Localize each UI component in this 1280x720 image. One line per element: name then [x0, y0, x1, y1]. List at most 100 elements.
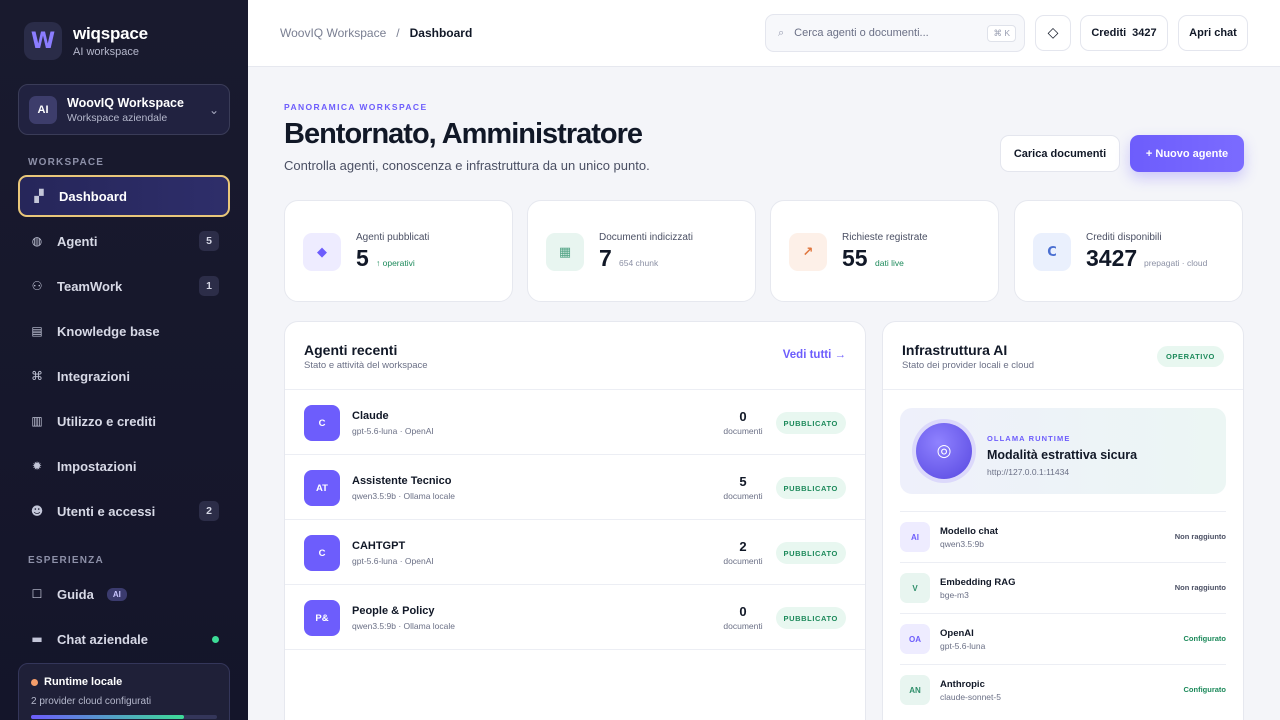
view-all-link[interactable]: Vedi tutti → — [783, 349, 846, 361]
brand-name: wiqspace — [73, 24, 148, 43]
document-count: 2 — [739, 539, 747, 554]
document-count: 0 — [739, 409, 747, 424]
ollama-runtime-panel[interactable]: ◎ OLLAMA RUNTIME Modalità estrattiva sic… — [900, 408, 1226, 494]
table-row[interactable]: C CAHTGPT gpt-5.6-luna · OpenAI 2 documenti P… — [285, 520, 865, 585]
stat-value: 3427 — [1086, 245, 1138, 271]
workspace-avatar: AI — [29, 95, 57, 124]
document-icon: ▤ — [31, 324, 43, 338]
users-icon: ☻ — [30, 504, 44, 518]
sidebar-item-label: Utilizzo e crediti — [57, 413, 156, 429]
theme-toggle-button[interactable]: ◇ — [1035, 15, 1071, 51]
stat-card: ↗ Richieste registrate 55 dati live — [770, 200, 999, 302]
provider-model: gpt-5.6-luna — [940, 641, 986, 651]
stat-note: 654 chunk — [619, 258, 659, 268]
table-row[interactable]: AT Assistente Tecnico qwen3.5:9b · Ollama … — [285, 455, 865, 520]
brand-subtitle: AI workspace — [73, 46, 140, 58]
sidebar-item-dashboard[interactable]: ▞ Dashboard — [18, 175, 230, 217]
stat-label: Crediti disponibili — [1086, 232, 1162, 243]
table-row[interactable]: P& People & Policy qwen3.5:9b · Ollama loc… — [285, 585, 865, 650]
infrastructure-card: Infrastruttura AI Stato dei provider loc… — [882, 321, 1244, 720]
provider-model: qwen3.5:9b — [940, 539, 984, 549]
workspace-selector[interactable]: AI WoovIQ Workspace Workspace aziendale … — [18, 84, 230, 135]
divider — [883, 389, 1243, 390]
breadcrumb-current: Dashboard — [409, 26, 473, 40]
avatar: P& — [304, 600, 340, 636]
provider-status: Configurato — [1183, 685, 1227, 694]
avatar: C — [304, 405, 340, 441]
document-count-label: documenti — [723, 426, 763, 436]
stat-note: dati live — [875, 258, 904, 268]
runtime-title: Runtime locale — [44, 676, 123, 688]
sidebar-item-impostazioni[interactable]: ✹ Impostazioni — [18, 445, 230, 487]
sidebar-item-teamwork[interactable]: ⚇ TeamWork 1 — [18, 265, 230, 307]
provider-row[interactable]: AN Anthropic claude-sonnet-5 Configurato — [900, 664, 1226, 715]
avatar: C — [304, 535, 340, 571]
provider-row[interactable]: OA OpenAI gpt-5.6-luna Configurato — [900, 613, 1226, 664]
search-placeholder: Cerca agenti o documenti... — [794, 27, 929, 39]
provider-model: bge-m3 — [940, 590, 969, 600]
count-badge: 2 — [199, 501, 219, 521]
sidebar-item-guida[interactable]: ☐ Guida AI — [18, 573, 230, 615]
book-icon: ☐ — [31, 587, 43, 601]
section-label-workspace: WORKSPACE — [28, 157, 105, 168]
status-badge: OPERATIVO — [1156, 346, 1224, 367]
upload-documents-button[interactable]: Carica documenti — [1000, 135, 1120, 172]
ai-pill: AI — [106, 587, 127, 601]
breadcrumb-separator: / — [396, 26, 400, 40]
credits-button[interactable]: Crediti 3427 — [1080, 15, 1168, 51]
recent-agents-card: Agenti recenti Stato e attività del work… — [284, 321, 866, 720]
count-badge: 5 — [199, 231, 219, 251]
table-row[interactable]: C Claude gpt-5.6-luna · OpenAI 0 documenti PU… — [285, 390, 865, 455]
stat-card: ▦ Documenti indicizzati 7 654 chunk — [527, 200, 756, 302]
brand-logo: W — [24, 22, 62, 60]
new-agent-button[interactable]: + Nuovo agente — [1130, 135, 1244, 172]
stat-note: ↑ operativi — [376, 258, 415, 268]
runtime-url: http://127.0.0.1:11434 — [987, 467, 1070, 477]
provider-row[interactable]: V Embedding RAG bge-m3 Non raggiunto — [900, 562, 1226, 613]
document-count: 0 — [739, 604, 747, 619]
sidebar-item-chat-aziendale[interactable]: ▬ Chat aziendale — [18, 618, 230, 660]
status-badge: PUBBLICATO — [775, 412, 846, 434]
agent-model: qwen3.5:9b · Ollama locale — [352, 621, 456, 631]
sidebar-item-integrazioni[interactable]: ⌘ Integrazioni — [18, 355, 230, 397]
workspace-type: Workspace aziendale — [67, 111, 168, 124]
provider-row[interactable]: AI Modello chat qwen3.5:9b Non raggiunto — [900, 511, 1226, 562]
avatar: AT — [304, 470, 340, 506]
page-subtitle: Controlla agenti, conoscenza e infrastru… — [284, 158, 650, 173]
sidebar-item-utilizzo-e-crediti[interactable]: ▥ Utilizzo e crediti — [18, 400, 230, 442]
sidebar-item-knowledge-base[interactable]: ▤ Knowledge base — [18, 310, 230, 352]
agent-name: People & Policy — [352, 605, 435, 617]
brand[interactable]: W wiqspace AI workspace — [24, 22, 148, 60]
diamond-icon: ◇ — [1047, 25, 1059, 41]
database-icon: ▦ — [546, 233, 584, 271]
provider-status: Non raggiunto — [1174, 532, 1226, 541]
runtime-status-card[interactable]: Runtime locale 2 provider cloud configur… — [18, 663, 230, 720]
sidebar-item-label: Guida — [57, 586, 94, 602]
breadcrumb-root[interactable]: WoovIQ Workspace — [280, 26, 386, 40]
card-subtitle: Stato dei provider locali e cloud — [902, 360, 1035, 371]
page-eyebrow: PANORAMICA WORKSPACE — [284, 102, 428, 112]
sidebar: W wiqspace AI workspace AI WoovIQ Worksp… — [0, 0, 248, 720]
document-count-label: documenti — [723, 621, 763, 631]
avatar: AN — [900, 675, 930, 705]
topbar: WoovIQ Workspace / Dashboard ⌕ Cerca age… — [248, 0, 1280, 67]
credits-value: 3427 — [1132, 27, 1157, 39]
credits-label: Crediti — [1091, 27, 1127, 39]
avatar: AI — [900, 522, 930, 552]
provider-model: claude-sonnet-5 — [940, 692, 1001, 702]
stat-value: 5 — [356, 245, 369, 271]
search-input[interactable]: ⌕ Cerca agenti o documenti... ⌘ K — [765, 14, 1025, 52]
workspace-name: WoovIQ Workspace — [67, 95, 184, 110]
chevron-down-icon: ⌄ — [208, 102, 219, 117]
document-count-label: documenti — [723, 491, 763, 501]
open-chat-button[interactable]: Apri chat — [1178, 15, 1248, 51]
runtime-progress — [31, 715, 217, 719]
document-count: 5 — [739, 474, 747, 489]
provider-name: Embedding RAG — [940, 577, 1016, 588]
stat-card: C Crediti disponibili 3427 prepagati · clou… — [1014, 200, 1243, 302]
sidebar-item-utenti-e-accessi[interactable]: ☻ Utenti e accessi 2 — [18, 490, 230, 532]
section-label-experience: ESPERIENZA — [28, 555, 104, 566]
sidebar-item-agenti[interactable]: ◍ Agenti 5 — [18, 220, 230, 262]
team-icon: ⚇ — [31, 279, 43, 293]
search-shortcut: ⌘ K — [987, 24, 1016, 42]
